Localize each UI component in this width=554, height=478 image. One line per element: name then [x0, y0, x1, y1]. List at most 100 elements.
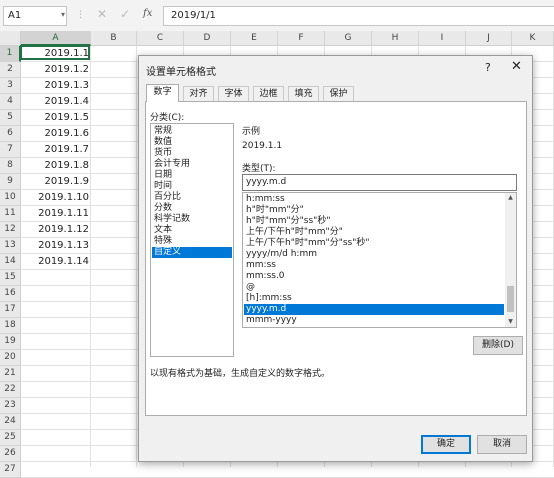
format-code-item[interactable]: yyyy.m.d [244, 304, 504, 315]
name-box[interactable]: A1 ▾ [3, 6, 67, 26]
row-header-11[interactable]: 11 [0, 206, 21, 222]
row-header-2[interactable]: 2 [0, 62, 21, 78]
row-header-20[interactable]: 20 [0, 350, 21, 366]
column-header-a[interactable]: A [21, 31, 91, 46]
row-header-24[interactable]: 24 [0, 414, 21, 430]
format-list-scrollbar[interactable]: ▲ ▼ [505, 193, 516, 327]
tab-border[interactable]: 边框 [253, 86, 284, 102]
select-all-corner[interactable] [0, 31, 21, 46]
row-header-1[interactable]: 1 [0, 46, 21, 62]
tab-alignment[interactable]: 对齐 [183, 86, 214, 102]
category-item[interactable]: 常规 [152, 126, 232, 137]
cell-a7[interactable]: 2019.1.7 [21, 142, 89, 157]
row-header-4[interactable]: 4 [0, 94, 21, 110]
delete-button[interactable]: 删除(D) [473, 336, 523, 355]
row-header-17[interactable]: 17 [0, 302, 21, 318]
column-header-d[interactable]: D [184, 31, 231, 46]
column-header-e[interactable]: E [231, 31, 278, 46]
category-item[interactable]: 时间 [152, 181, 232, 192]
row-header-5[interactable]: 5 [0, 110, 21, 126]
chevron-down-icon[interactable]: ▾ [61, 10, 65, 19]
cell-a14[interactable]: 2019.1.14 [21, 254, 89, 269]
column-header-c[interactable]: C [137, 31, 184, 46]
category-item[interactable]: 货币 [152, 148, 232, 159]
tab-number[interactable]: 数字 [146, 84, 179, 102]
help-icon[interactable]: ? [485, 61, 491, 74]
row-header-7[interactable]: 7 [0, 142, 21, 158]
format-code-item[interactable]: 上午/下午h"时"mm"分"ss"秒" [244, 238, 504, 249]
cell-a11[interactable]: 2019.1.11 [21, 206, 89, 221]
row-header-3[interactable]: 3 [0, 78, 21, 94]
cancel-entry-icon[interactable]: ✕ [97, 7, 107, 21]
column-header-j[interactable]: J [466, 31, 512, 46]
cell-a4[interactable]: 2019.1.4 [21, 94, 89, 109]
cancel-button[interactable]: 取消 [477, 435, 527, 454]
category-item[interactable]: 分数 [152, 203, 232, 214]
format-code-item[interactable]: yyyy/m/d h:mm [244, 249, 504, 260]
format-code-list[interactable]: h:mm:ss h"时"mm"分" h"时"mm"分"ss"秒" 上午/下午h"时"m… [242, 192, 517, 328]
row-header-18[interactable]: 18 [0, 318, 21, 334]
format-code-item[interactable]: h"时"mm"分" [244, 205, 504, 216]
row-header-23[interactable]: 23 [0, 398, 21, 414]
tab-font[interactable]: 字体 [218, 86, 249, 102]
row-header-8[interactable]: 8 [0, 158, 21, 174]
row-header-27[interactable]: 27 [0, 462, 21, 478]
format-code-item[interactable]: h:mm:ss [244, 194, 504, 205]
format-code-item[interactable]: [h]:mm:ss [244, 293, 504, 304]
row-header-26[interactable]: 26 [0, 446, 21, 462]
tab-protection[interactable]: 保护 [323, 86, 354, 102]
row-header-6[interactable]: 6 [0, 126, 21, 142]
cell-a13[interactable]: 2019.1.13 [21, 238, 89, 253]
category-item[interactable]: 科学记数 [152, 214, 232, 225]
category-item[interactable]: 数值 [152, 137, 232, 148]
column-header-i[interactable]: I [419, 31, 466, 46]
row-header-19[interactable]: 19 [0, 334, 21, 350]
row-header-14[interactable]: 14 [0, 254, 21, 270]
category-item[interactable]: 会计专用 [152, 159, 232, 170]
formula-input[interactable]: 2019/1/1 [163, 6, 554, 26]
row-header-16[interactable]: 16 [0, 286, 21, 302]
row-header-21[interactable]: 21 [0, 366, 21, 382]
tab-fill[interactable]: 填充 [288, 86, 319, 102]
format-code-item[interactable]: mm:ss [244, 260, 504, 271]
row-header-15[interactable]: 15 [0, 270, 21, 286]
category-item[interactable]: 文本 [152, 225, 232, 236]
category-item[interactable]: 特殊 [152, 236, 232, 247]
cell-a12[interactable]: 2019.1.12 [21, 222, 89, 237]
cell-a2[interactable]: 2019.1.2 [21, 62, 89, 77]
ok-button[interactable]: 确定 [421, 435, 471, 454]
scrollbar-thumb[interactable] [507, 286, 514, 312]
row-header-22[interactable]: 22 [0, 382, 21, 398]
cell-a5[interactable]: 2019.1.5 [21, 110, 89, 125]
format-code-item[interactable]: @ [244, 282, 504, 293]
row-header-25[interactable]: 25 [0, 430, 21, 446]
row-header-9[interactable]: 9 [0, 174, 21, 190]
format-code-item[interactable]: mmm-yyyy [244, 315, 504, 326]
column-header-f[interactable]: F [278, 31, 325, 46]
row-header-10[interactable]: 10 [0, 190, 21, 206]
scroll-down-icon[interactable]: ▼ [505, 317, 516, 327]
cell-a6[interactable]: 2019.1.6 [21, 126, 89, 141]
format-code-item[interactable]: h"时"mm"分"ss"秒" [244, 216, 504, 227]
column-header-h[interactable]: H [372, 31, 419, 46]
category-item[interactable]: 自定义 [152, 247, 232, 258]
column-header-g[interactable]: G [325, 31, 372, 46]
cell-a8[interactable]: 2019.1.8 [21, 158, 89, 173]
cell-a9[interactable]: 2019.1.9 [21, 174, 89, 189]
category-item[interactable]: 日期 [152, 170, 232, 181]
row-header-13[interactable]: 13 [0, 238, 21, 254]
category-list[interactable]: 常规 数值 货币 会计专用 日期 时间 百分比 分数 科学记数 文本 特殊 自定义 [150, 123, 234, 357]
row-header-12[interactable]: 12 [0, 222, 21, 238]
scroll-up-icon[interactable]: ▲ [505, 193, 516, 203]
category-item[interactable]: 百分比 [152, 192, 232, 203]
confirm-entry-icon[interactable]: ✓ [120, 7, 130, 21]
close-icon[interactable]: ✕ [511, 59, 522, 74]
format-code-item[interactable]: 上午/下午h"时"mm"分" [244, 227, 504, 238]
type-input[interactable]: yyyy.m.d [242, 174, 517, 191]
insert-function-icon[interactable]: fx [143, 8, 152, 19]
column-header-k[interactable]: K [512, 31, 554, 46]
format-code-item[interactable]: mm:ss.0 [244, 271, 504, 282]
cell-a10[interactable]: 2019.1.10 [21, 190, 89, 205]
cell-a3[interactable]: 2019.1.3 [21, 78, 89, 93]
column-header-b[interactable]: B [91, 31, 137, 46]
